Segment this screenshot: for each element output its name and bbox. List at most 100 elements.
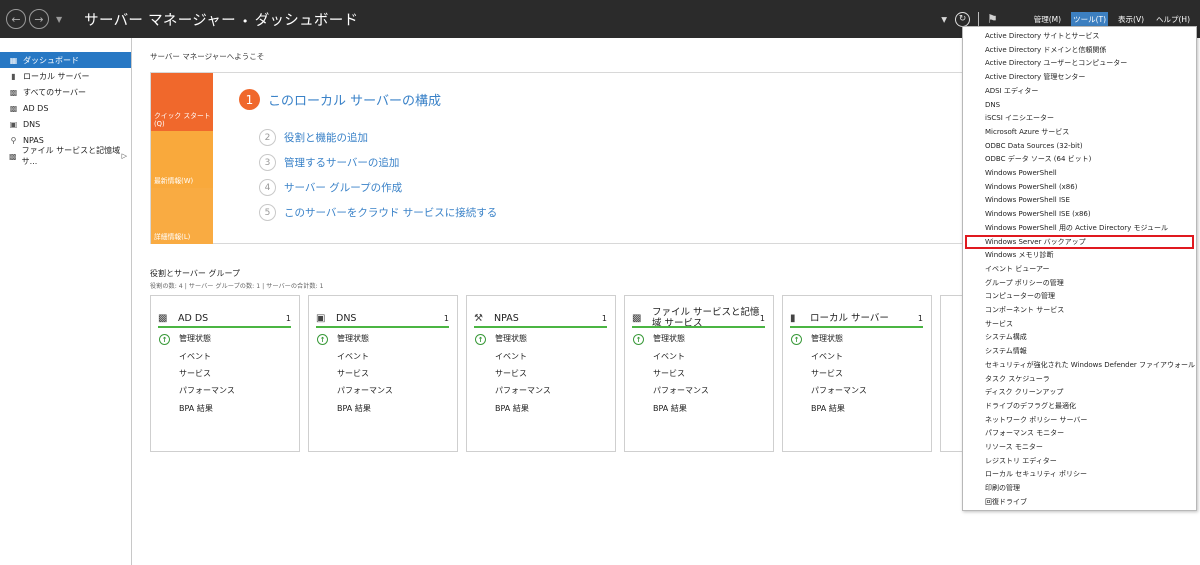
menu-item[interactable]: 印刷の管理 (963, 481, 1196, 495)
role-card[interactable]: ▣ DNS 1 ↑ 管理状態 イベント サービス パフォーマンス BPA 結果 (308, 295, 458, 452)
forward-arrow-icon[interactable]: → (29, 9, 49, 29)
menu-item[interactable]: Active Directory サイトとサービス (963, 29, 1196, 43)
file-services-icon: ▩ (632, 312, 642, 324)
menu-item[interactable]: ADSI エディター (963, 84, 1196, 98)
menu-item[interactable]: ODBC Data Sources (32-bit) (963, 139, 1196, 153)
role-card-row[interactable]: BPA 結果 (337, 403, 371, 414)
menu-item[interactable]: ネットワーク ポリシー サーバー (963, 413, 1196, 427)
menu-item-windows-server-backup[interactable]: Windows Server バックアップ (965, 234, 1194, 249)
role-card-row[interactable]: イベント (179, 351, 211, 362)
tab-quick-start[interactable]: クイック スタート(Q) (151, 73, 213, 131)
role-card-row[interactable]: サービス (811, 368, 843, 379)
refresh-dropdown-icon[interactable]: ▼ (941, 15, 947, 24)
menu-item[interactable]: サービス (963, 317, 1196, 331)
menu-item[interactable]: Windows PowerShell (x86) (963, 180, 1196, 194)
sidebar-item-label: すべてのサーバー (23, 87, 87, 97)
configure-local-server-link[interactable]: 1 このローカル サーバーの構成 (239, 89, 441, 110)
menu-item[interactable]: Windows PowerShell 用の Active Directory モ… (963, 221, 1196, 235)
menu-item[interactable]: iSCSI イニシエーター (963, 111, 1196, 125)
sidebar-item-ad-ds[interactable]: ▩ AD DS (0, 100, 131, 116)
connect-cloud-link[interactable]: 5 このサーバーをクラウド サービスに接続する (259, 204, 497, 221)
menu-item[interactable]: パフォーマンス モニター (963, 426, 1196, 440)
menu-item[interactable]: リソース モニター (963, 440, 1196, 454)
menu-item[interactable]: レジストリ エディター (963, 454, 1196, 468)
history-dropdown-icon[interactable]: ▼ (56, 15, 62, 24)
expand-arrow-icon[interactable]: ▷ (122, 152, 127, 160)
menu-item[interactable]: Active Directory ユーザーとコンピューター (963, 56, 1196, 70)
role-card-row[interactable]: BPA 結果 (179, 403, 213, 414)
menu-tools[interactable]: ツール(T) (1071, 11, 1109, 27)
menu-help[interactable]: ヘルプ(H) (1154, 12, 1192, 27)
menu-item[interactable]: ODBC データ ソース (64 ビット) (963, 152, 1196, 166)
menu-item[interactable]: ドライブのデフラグと最適化 (963, 399, 1196, 413)
status-ok-icon: ↑ (317, 334, 328, 345)
menu-item[interactable]: Microsoft Azure サービス (963, 125, 1196, 139)
role-card-row[interactable]: イベント (811, 351, 843, 362)
menu-item[interactable]: ローカル セキュリティ ポリシー (963, 467, 1196, 481)
sidebar-item-dns[interactable]: ▣ DNS (0, 116, 131, 132)
tab-learn-more[interactable]: 詳細情報(L) (151, 188, 213, 244)
menu-item[interactable]: タスク スケジューラ (963, 372, 1196, 386)
role-card-row[interactable]: サービス (337, 368, 369, 379)
role-card-row[interactable]: BPA 結果 (495, 403, 529, 414)
step-number: 2 (259, 129, 276, 146)
menu-item[interactable]: ディスク クリーンアップ (963, 385, 1196, 399)
add-servers-link[interactable]: 3 管理するサーバーの追加 (259, 154, 399, 171)
role-card-row[interactable]: 管理状態 (179, 333, 211, 344)
notification-flag-icon[interactable]: ⚑ (987, 12, 998, 26)
sidebar-item-local-server[interactable]: ▮ ローカル サーバー (0, 68, 131, 84)
role-card-row[interactable]: サービス (179, 368, 211, 379)
menu-item[interactable]: Windows PowerShell ISE (963, 193, 1196, 207)
menu-item[interactable]: Windows PowerShell ISE (x86) (963, 207, 1196, 221)
role-card[interactable]: ▮ ローカル サーバー 1 ↑ 管理状態 イベント サービス パフォーマンス BPA 結果 (782, 295, 932, 452)
role-card-row[interactable]: サービス (653, 368, 685, 379)
step-label: 管理するサーバーの追加 (284, 157, 400, 169)
menu-item[interactable]: Windows PowerShell (963, 166, 1196, 180)
role-card-row[interactable]: パフォーマンス (179, 385, 235, 396)
role-card-row[interactable]: イベント (495, 351, 527, 362)
role-card-row[interactable]: サービス (495, 368, 527, 379)
menu-item[interactable]: Active Directory ドメインと信頼関係 (963, 43, 1196, 57)
sidebar-item-dashboard[interactable]: ▦ ダッシュボード (0, 52, 131, 68)
menu-item[interactable]: システム構成 (963, 330, 1196, 344)
role-card[interactable]: ▩ ファイル サービスと記憶域 サービス 1 ↑ 管理状態 イベント サービス パフォーマンス… (624, 295, 774, 452)
role-card-count: 1 (917, 313, 923, 323)
menu-item[interactable]: コンポーネント サービス (963, 303, 1196, 317)
role-card-row[interactable]: イベント (653, 351, 685, 362)
tab-whats-new[interactable]: 最新情報(W) (151, 131, 213, 188)
menu-item[interactable]: コンピューターの管理 (963, 289, 1196, 303)
role-card[interactable]: ⚒ NPAS 1 ↑ 管理状態 イベント サービス パフォーマンス BPA 結果 (466, 295, 616, 452)
role-card-row[interactable]: パフォーマンス (653, 385, 709, 396)
role-card-row[interactable]: BPA 結果 (653, 403, 687, 414)
menu-view[interactable]: 表示(V) (1116, 12, 1146, 27)
menu-item[interactable]: セキュリティが強化された Windows Defender ファイアウォール (963, 358, 1196, 372)
menu-item[interactable]: Windows メモリ診断 (963, 248, 1196, 262)
menu-manage[interactable]: 管理(M) (1032, 12, 1063, 27)
menu-item[interactable]: DNS (963, 98, 1196, 112)
create-server-group-link[interactable]: 4 サーバー グループの作成 (259, 179, 402, 196)
role-card-row[interactable]: パフォーマンス (337, 385, 393, 396)
role-card-row[interactable]: パフォーマンス (811, 385, 867, 396)
sidebar-item-file-services[interactable]: ▩ ファイル サービスと記憶域サ... ▷ (0, 146, 131, 166)
menu-item[interactable]: システム情報 (963, 344, 1196, 358)
add-roles-features-link[interactable]: 2 役割と機能の追加 (259, 129, 368, 146)
role-card-row[interactable]: イベント (337, 351, 369, 362)
status-ok-icon: ↑ (475, 334, 486, 345)
menu-item[interactable]: グループ ポリシーの管理 (963, 276, 1196, 290)
role-card-partial[interactable] (940, 295, 962, 452)
role-card-row[interactable]: BPA 結果 (811, 403, 845, 414)
menu-item[interactable]: 回復ドライブ (963, 495, 1196, 509)
menu-item[interactable]: イベント ビューアー (963, 262, 1196, 276)
role-card[interactable]: ▩ AD DS 1 ↑ 管理状態 イベント サービス パフォーマンス BPA 結果 (150, 295, 300, 452)
role-card-row[interactable]: 管理状態 (811, 333, 843, 344)
role-card-row[interactable]: 管理状態 (653, 333, 685, 344)
role-card-row[interactable]: 管理状態 (495, 333, 527, 344)
role-card-row[interactable]: 管理状態 (337, 333, 369, 344)
role-card-row[interactable]: パフォーマンス (495, 385, 551, 396)
sidebar-item-all-servers[interactable]: ▩ すべてのサーバー (0, 84, 131, 100)
back-arrow-icon[interactable]: ← (6, 9, 26, 29)
step-number: 3 (259, 154, 276, 171)
refresh-icon[interactable]: ↻ (954, 11, 970, 27)
menu-item[interactable]: Active Directory 管理センター (963, 70, 1196, 84)
tab-learn-more-label: 詳細情報(L) (154, 233, 191, 241)
